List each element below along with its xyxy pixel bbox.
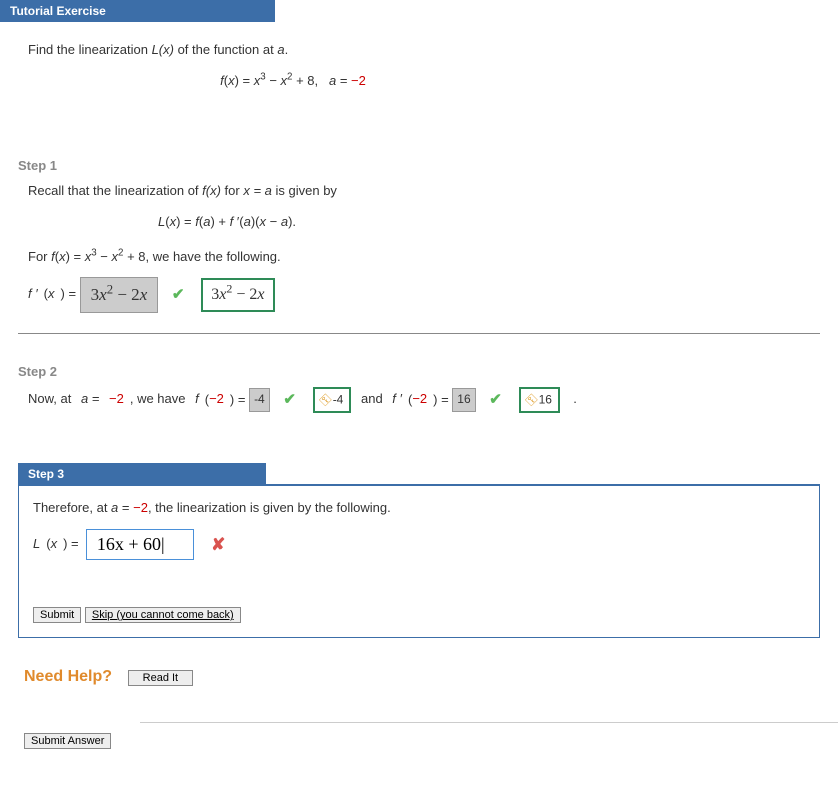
step1-recall-pre: Recall that the linearization of xyxy=(28,183,202,198)
skip-button[interactable]: Skip (you cannot come back) xyxy=(85,607,241,623)
step2-body: Now, at a = −2, we have f(−2) = -4 ✔ ⚿-4… xyxy=(28,387,838,414)
step3-header: Step 3 xyxy=(18,463,266,485)
step2-fval-key: ⚿-4 xyxy=(313,387,352,414)
step2-neg2a: −2 xyxy=(209,391,224,406)
problem-mid: of the function at xyxy=(174,42,277,57)
problem-equation: f(x) = x3 − x2 + 8, a = −2 xyxy=(0,73,818,88)
step1-answer-row: f ′(x) = 3x2 − 2x ✔ 3x2 − 2x xyxy=(28,277,838,312)
problem-text: Find the linearization L(x) of the funct… xyxy=(28,42,818,57)
step2-a-eq: a = xyxy=(81,391,103,406)
need-help-label: Need Help? xyxy=(24,668,112,686)
submit-answer-button[interactable]: Submit Answer xyxy=(24,733,111,749)
step1-body: Recall that the linearization of f(x) fo… xyxy=(28,181,838,313)
problem-pre: Find the linearization xyxy=(28,42,152,57)
step1-for-end: , we have the following. xyxy=(146,249,281,264)
problem-lx: L(x) xyxy=(152,42,174,57)
step1-recall-xa: x = a xyxy=(243,183,272,198)
check-icon: ✔ xyxy=(172,283,185,307)
step2-a-val: −2 xyxy=(109,391,124,406)
problem-a: a xyxy=(277,42,284,57)
step2-neg2b: −2 xyxy=(412,391,427,406)
step1-answer-locked: 3x2 − 2x xyxy=(80,277,159,312)
read-it-button[interactable]: Read It xyxy=(128,670,193,686)
x-icon: ✘ xyxy=(211,535,225,555)
step2-fpval-key: ⚿16 xyxy=(519,387,560,414)
tutorial-header: Tutorial Exercise xyxy=(0,0,275,22)
step3-lx-label: L xyxy=(33,536,40,551)
step3-therefore: Therefore, at a = −2, the linearization … xyxy=(33,500,805,515)
problem-section: Find the linearization L(x) of the funct… xyxy=(0,22,838,128)
step3-a-val: −2 xyxy=(133,500,148,515)
step1-recall-fx: f(x) xyxy=(202,183,221,198)
step3-box: Therefore, at a = −2, the linearization … xyxy=(18,484,820,638)
step2-now-pre: Now, at xyxy=(28,391,75,406)
problem-end: . xyxy=(285,42,289,57)
step1-recall-mid: for xyxy=(221,183,243,198)
step1-label: Step 1 xyxy=(18,158,838,173)
step3-input-row: L(x) = ✘ xyxy=(33,529,805,560)
step3-therefore-end: , the linearization is given by the foll… xyxy=(148,500,391,515)
step3-answer-input[interactable] xyxy=(86,529,194,560)
divider-1 xyxy=(18,333,820,334)
step1-fprime-label: f ′ xyxy=(28,286,38,301)
step1-recall: Recall that the linearization of f(x) fo… xyxy=(28,181,838,202)
step2-f: f xyxy=(195,391,199,406)
step2-period: . xyxy=(573,391,577,406)
step1-answer-correct: 3x2 − 2x xyxy=(201,278,274,312)
step3-buttons: Submit Skip (you cannot come back) xyxy=(33,606,805,623)
step1-linearization-eq: L(x) = f(a) + f ′(a)(x − a). xyxy=(158,212,838,233)
step3-therefore-pre: Therefore, at xyxy=(33,500,111,515)
bottom-row: Submit Answer xyxy=(0,722,838,749)
step1-for-pre: For xyxy=(28,249,51,264)
step2-fval-locked: -4 xyxy=(249,388,270,411)
step1-for: For f(x) = x3 − x2 + 8, we have the foll… xyxy=(28,247,838,268)
step2-fpval-locked: 16 xyxy=(452,388,475,411)
step2-and: and xyxy=(361,391,386,406)
submit-step-button[interactable]: Submit xyxy=(33,607,81,623)
step1-recall-end: is given by xyxy=(272,183,337,198)
check-icon: ✔ xyxy=(489,388,502,412)
step2-fp: f ′ xyxy=(392,391,402,406)
step2-label: Step 2 xyxy=(18,364,838,379)
step2-wehave: , we have xyxy=(130,391,189,406)
check-icon: ✔ xyxy=(283,388,296,412)
